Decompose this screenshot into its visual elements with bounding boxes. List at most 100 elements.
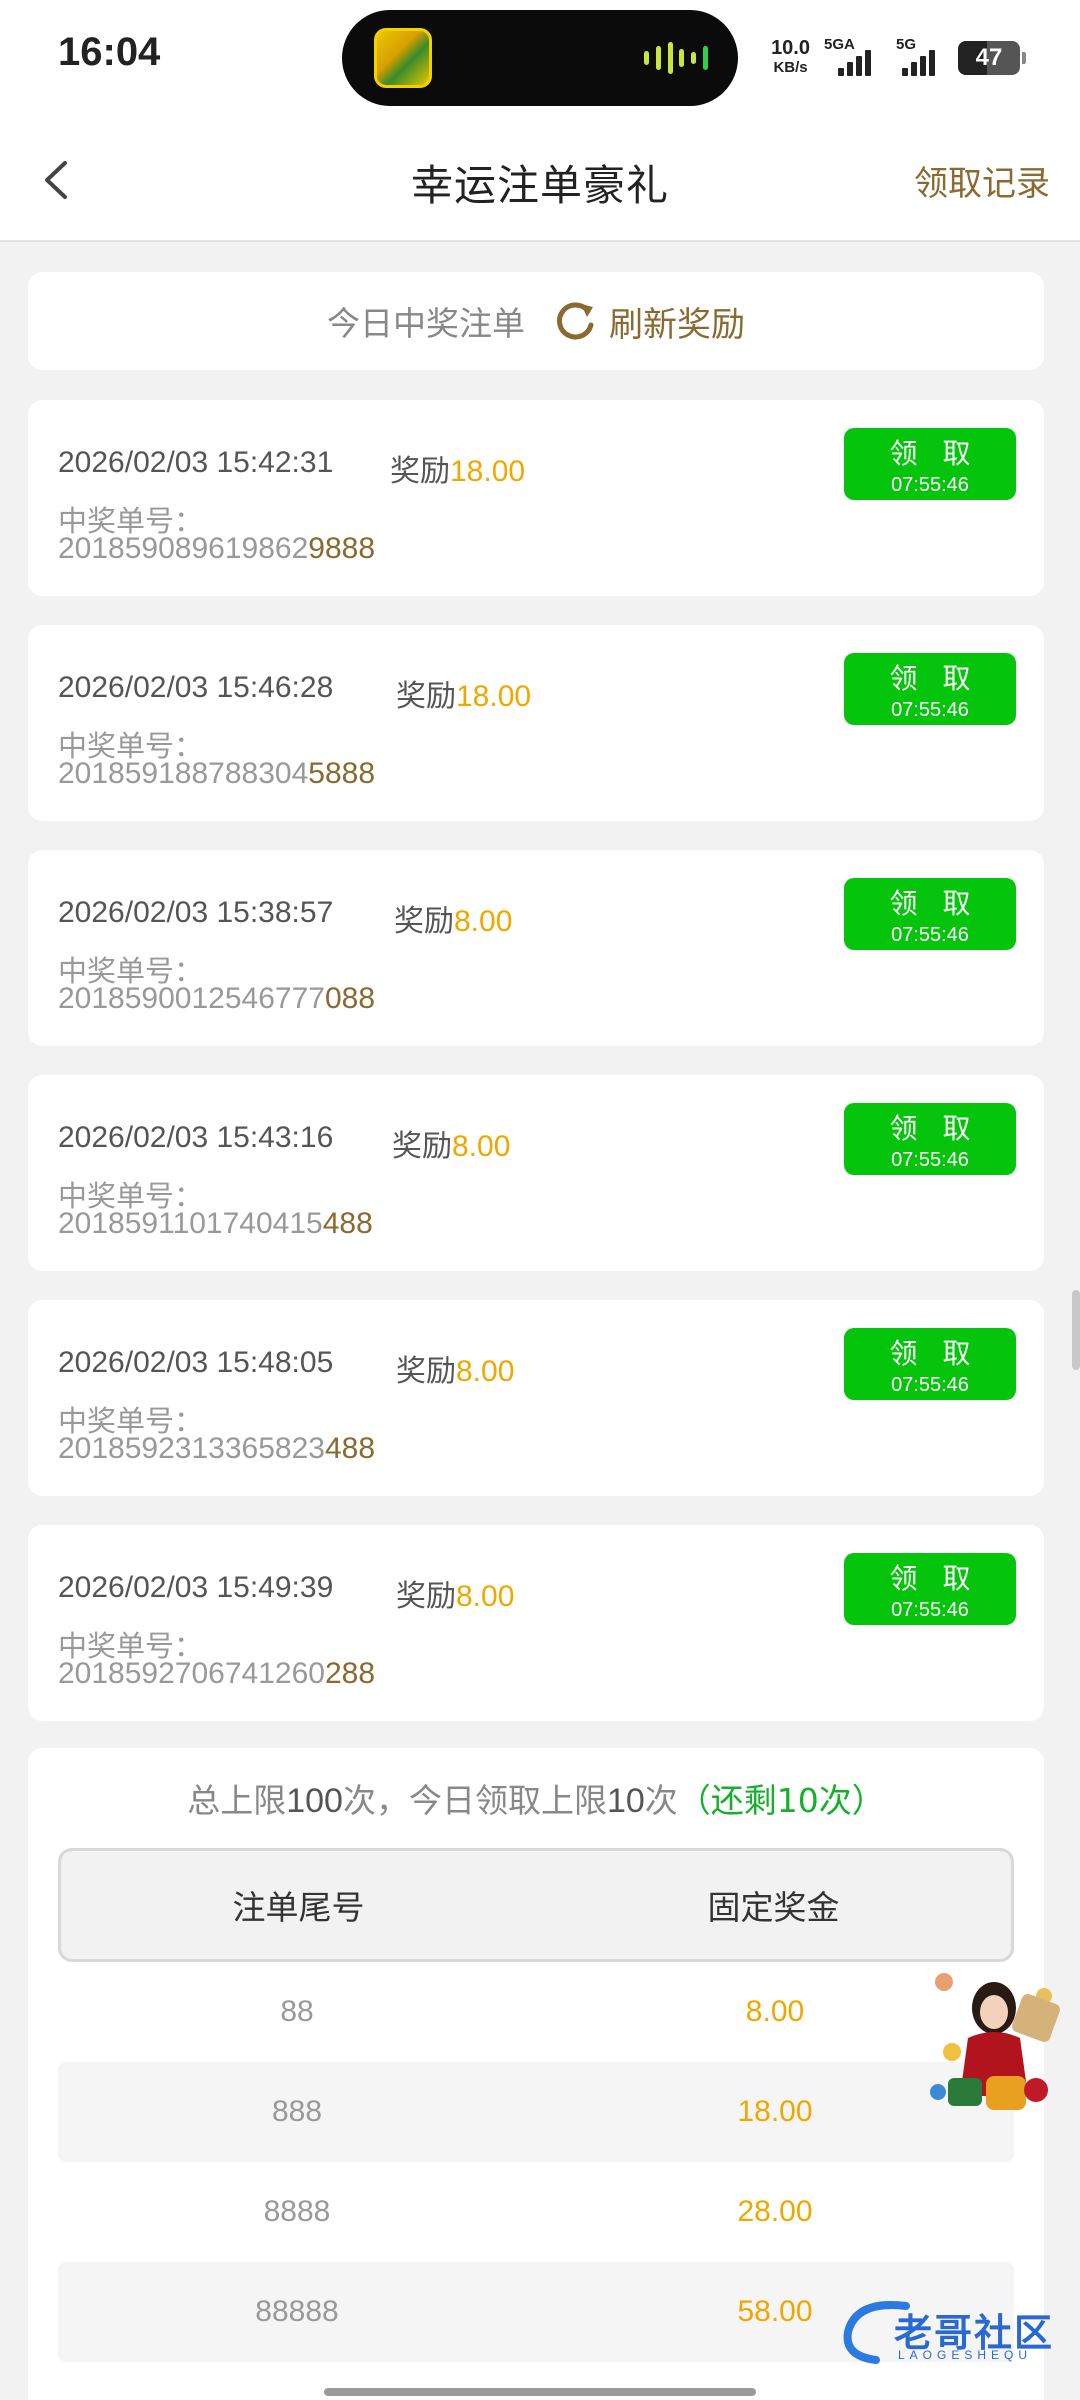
limit-daily-count: 10 bbox=[606, 1782, 645, 1820]
net-speed-value: 10.0 bbox=[771, 37, 810, 59]
ticket-card: 2026/02/03 15:38:57 奖励8.00 中奖单号： 2018590012… bbox=[28, 850, 1044, 1046]
battery-icon: 47 bbox=[958, 41, 1026, 75]
today-winning-bar: 今日中奖注单 刷新奖励 bbox=[28, 272, 1044, 370]
ticket-number-head: 201859089619862 bbox=[58, 532, 309, 565]
claim-limit-text: 总上限100次，今日领取上限10次（还剩10次） bbox=[28, 1774, 1044, 1822]
refresh-rewards-label: 刷新奖励 bbox=[609, 304, 745, 345]
claim-button[interactable]: 领 取 07:55:46 bbox=[844, 878, 1016, 950]
prize-tail-cell: 88 bbox=[280, 1995, 314, 2028]
header-ticket-tail: 注单尾号 bbox=[232, 1888, 365, 1927]
ticket-number-head: 201859188788304 bbox=[58, 757, 309, 790]
ticket-number: 2018590896198629888 bbox=[58, 532, 375, 566]
ticket-reward-amount: 8.00 bbox=[456, 1355, 515, 1388]
ticket-reward-amount: 18.00 bbox=[456, 680, 532, 713]
prize-table-row: 88 8.00 bbox=[58, 1962, 1014, 2062]
claim-button[interactable]: 领 取 07:55:46 bbox=[844, 1103, 1016, 1175]
prize-table-header: 注单尾号 固定奖金 bbox=[58, 1848, 1014, 1962]
claim-button[interactable]: 领 取 07:55:46 bbox=[844, 653, 1016, 725]
prize-tail-cell: 888 bbox=[271, 2095, 323, 2128]
dynamic-island[interactable] bbox=[342, 10, 738, 106]
ticket-date: 2026/02/03 15:43:16 bbox=[58, 1121, 334, 1154]
ticket-date: 2026/02/03 15:46:28 bbox=[58, 671, 334, 704]
refresh-icon bbox=[557, 302, 594, 340]
ticket-number: 2018591887883045888 bbox=[58, 757, 375, 791]
watermark-subtext: LAOGESHEQU bbox=[898, 2348, 1033, 2362]
floating-promo-button[interactable] bbox=[924, 1968, 1064, 2116]
audio-wave-icon bbox=[644, 40, 708, 76]
claim-countdown: 07:55:46 bbox=[891, 924, 969, 946]
ticket-number-tail: 9888 bbox=[308, 532, 376, 565]
claim-button[interactable]: 领 取 07:55:46 bbox=[844, 428, 1016, 500]
ticket-card: 2026/02/03 15:49:39 奖励8.00 中奖单号： 2018592706… bbox=[28, 1525, 1044, 1721]
promo-avatar-icon bbox=[930, 1973, 1060, 2110]
ticket-number: 2018590012546777088 bbox=[58, 982, 375, 1016]
limit-remaining: （还剩10次） bbox=[677, 1781, 885, 1820]
claim-countdown: 07:55:46 bbox=[891, 1374, 969, 1396]
claim-button-label: 领 取 bbox=[889, 887, 979, 920]
prize-tail-cell: 88888 bbox=[255, 2295, 339, 2328]
ticket-number-tail: 488 bbox=[324, 1432, 376, 1465]
ticket-card: 2026/02/03 15:43:16 奖励8.00 中奖单号： 2018591101… bbox=[28, 1075, 1044, 1271]
net-speed: 10.0 KB/s bbox=[771, 38, 810, 78]
ticket-reward-label: 奖励 bbox=[396, 1354, 456, 1389]
prize-table: 注单尾号 固定奖金 88 8.00 888 18.00 8888 28.00 88888 58… bbox=[58, 1848, 1014, 2362]
ticket-date: 2026/02/03 15:49:39 bbox=[58, 1571, 334, 1604]
claim-countdown: 07:55:46 bbox=[891, 1149, 969, 1171]
ticket-number-head: 2018590012546777 bbox=[58, 982, 325, 1015]
ticket-number-tail: 088 bbox=[324, 982, 376, 1015]
ticket-reward: 奖励8.00 bbox=[396, 1571, 514, 1615]
ticket-date: 2026/02/03 15:38:57 bbox=[58, 896, 334, 929]
net-speed-unit: KB/s bbox=[773, 59, 808, 76]
ticket-reward-label: 奖励 bbox=[390, 454, 450, 489]
claim-records-link[interactable]: 领取记录 bbox=[914, 156, 1050, 205]
refresh-rewards-button[interactable]: 刷新奖励 bbox=[553, 297, 745, 346]
prize-tail-cell: 8888 bbox=[263, 2195, 331, 2228]
claim-button[interactable]: 领 取 07:55:46 bbox=[844, 1328, 1016, 1400]
ticket-number-tail: 288 bbox=[324, 1657, 376, 1690]
ticket-reward-amount: 8.00 bbox=[452, 1130, 511, 1163]
ticket-reward-label: 奖励 bbox=[392, 1129, 452, 1164]
signal-sim1-icon: 5GA bbox=[824, 36, 882, 76]
scrollbar[interactable] bbox=[1072, 1290, 1080, 1370]
ticket-date: 2026/02/03 15:42:31 bbox=[58, 446, 334, 479]
ticket-reward-label: 奖励 bbox=[396, 679, 456, 714]
prize-amount-cell: 28.00 bbox=[737, 2195, 813, 2228]
ticket-number: 2018592706741260288 bbox=[58, 1657, 375, 1691]
ticket-number: 2018592313365823488 bbox=[58, 1432, 375, 1466]
claim-button-label: 领 取 bbox=[889, 1337, 979, 1370]
header-fixed-prize: 固定奖金 bbox=[707, 1888, 840, 1927]
ticket-reward: 奖励18.00 bbox=[390, 446, 525, 490]
ticket-reward: 奖励8.00 bbox=[396, 1346, 514, 1390]
ticket-number-head: 2018592706741260 bbox=[58, 1657, 325, 1690]
ticket-reward-label: 奖励 bbox=[394, 904, 454, 939]
watermark-logo: 老哥社区 LAOGESHEQU bbox=[836, 2296, 1062, 2368]
ticket-date: 2026/02/03 15:48:05 bbox=[58, 1346, 334, 1379]
ticket-card: 2026/02/03 15:46:28 奖励18.00 中奖单号： 201859188… bbox=[28, 625, 1044, 821]
app-thumbnail-icon bbox=[374, 28, 432, 88]
status-bar: 16:04 10.0 KB/s 5GA 5G 47 bbox=[0, 0, 1080, 118]
ticket-reward-amount: 8.00 bbox=[454, 905, 513, 938]
limit-daily-suffix: 次 bbox=[644, 1781, 678, 1820]
claim-countdown: 07:55:46 bbox=[891, 1599, 969, 1621]
ticket-reward: 奖励18.00 bbox=[396, 671, 531, 715]
claim-countdown: 07:55:46 bbox=[891, 699, 969, 721]
ticket-reward: 奖励8.00 bbox=[394, 896, 512, 940]
battery-percent: 47 bbox=[975, 44, 1003, 71]
home-indicator[interactable] bbox=[324, 2388, 756, 2396]
status-time: 16:04 bbox=[58, 30, 161, 74]
claim-button-label: 领 取 bbox=[889, 437, 979, 470]
claim-countdown: 07:55:46 bbox=[891, 474, 969, 496]
claim-button[interactable]: 领 取 07:55:46 bbox=[844, 1553, 1016, 1625]
ticket-card: 2026/02/03 15:48:05 奖励8.00 中奖单号： 2018592313… bbox=[28, 1300, 1044, 1496]
sim2-label: 5G bbox=[896, 36, 917, 53]
ticket-number: 2018591101740415488 bbox=[58, 1207, 373, 1241]
ticket-reward: 奖励8.00 bbox=[392, 1121, 510, 1165]
ticket-number-tail: 5888 bbox=[308, 757, 376, 790]
ticket-number-head: 2018591101740415 bbox=[58, 1207, 323, 1240]
limit-total-prefix: 总上限 bbox=[187, 1781, 287, 1820]
limit-total-suffix: 次，今日领取上限 bbox=[342, 1781, 607, 1820]
prize-table-row: 8888 28.00 bbox=[58, 2162, 1014, 2262]
claim-button-label: 领 取 bbox=[889, 1112, 979, 1145]
ticket-reward-label: 奖励 bbox=[396, 1579, 456, 1614]
ticket-card: 2026/02/03 15:42:31 奖励18.00 中奖单号： 201859089… bbox=[28, 400, 1044, 596]
